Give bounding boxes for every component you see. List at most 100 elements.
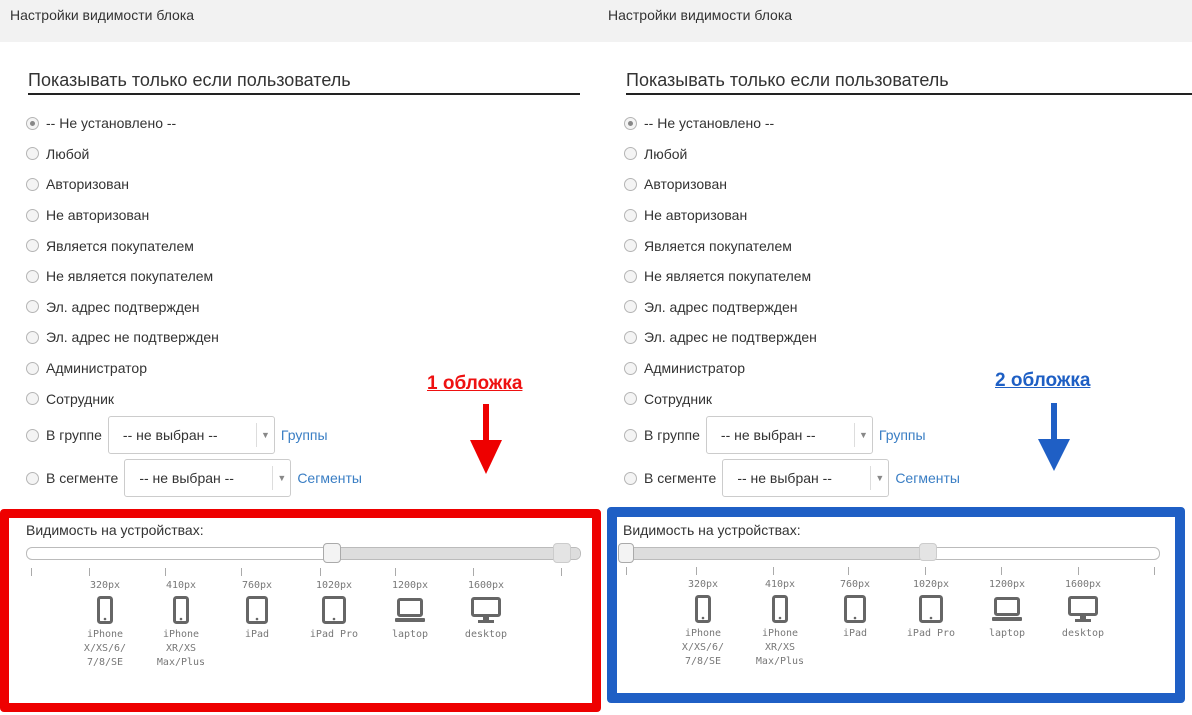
device-width-label: 1600px [1064, 579, 1102, 590]
radio-button[interactable] [624, 300, 637, 314]
option-not-set[interactable]: -- Не установлено -- [624, 108, 1184, 139]
option-email-confirmed[interactable]: Эл. адрес подтвержден [624, 292, 1184, 323]
option-not-authorized[interactable]: Не авторизован [26, 200, 586, 231]
radio-button[interactable] [624, 428, 637, 442]
radio-button[interactable] [624, 147, 637, 161]
option-in-group[interactable]: В группе -- не выбран -- ▼ Группы [624, 414, 1184, 457]
radio-button[interactable] [26, 239, 39, 253]
radio-button[interactable] [624, 116, 637, 130]
option-not-authorized[interactable]: Не авторизован [624, 200, 1184, 231]
radio-button[interactable] [624, 361, 637, 375]
radio-button[interactable] [26, 147, 39, 161]
slider-range-fill [624, 548, 929, 559]
select-value: -- не выбран -- [737, 470, 832, 487]
radio-button[interactable] [624, 177, 637, 191]
device-ipad: 760px iPad [222, 580, 292, 642]
option-any[interactable]: Любой [26, 139, 586, 170]
segments-link[interactable]: Сегменты [297, 470, 362, 486]
radio-button[interactable] [624, 392, 637, 406]
option-label: Авторизован [46, 176, 129, 193]
device-name: desktop [1061, 628, 1105, 639]
option-label: В группе [46, 427, 102, 444]
device-range-slider[interactable] [26, 543, 581, 563]
tablet-icon [246, 596, 268, 624]
option-label: Не является покупателем [46, 268, 214, 285]
option-employee[interactable]: Сотрудник [624, 383, 1184, 414]
device-range-slider[interactable] [618, 543, 1160, 563]
radio-button[interactable] [26, 116, 39, 130]
segment-select[interactable]: -- не выбран -- ▼ [124, 459, 292, 498]
option-authorized[interactable]: Авторизован [624, 169, 1184, 200]
option-label: Эл. адрес не подтвержден [46, 329, 219, 346]
option-label: -- Не установлено -- [46, 115, 177, 132]
option-label: Не авторизован [46, 207, 150, 224]
option-label: Сотрудник [644, 390, 713, 407]
option-any[interactable]: Любой [624, 139, 1184, 170]
radio-button[interactable] [26, 300, 39, 314]
radio-button[interactable] [26, 177, 39, 191]
chevron-down-icon[interactable]: ▼ [272, 466, 290, 491]
option-not-buyer[interactable]: Не является покупателем [624, 261, 1184, 292]
device-width-label: 1200px [391, 580, 429, 591]
slider-min-handle[interactable] [323, 543, 341, 563]
device-width-label: 410px [165, 580, 197, 591]
radio-button[interactable] [624, 471, 637, 485]
group-select[interactable]: -- не выбран -- ▼ [107, 416, 275, 455]
device-width-label: 760px [839, 579, 871, 590]
option-label: Является покупателем [46, 237, 194, 254]
option-in-segment[interactable]: В сегменте -- не выбран -- ▼ Сегменты [624, 457, 1184, 500]
section-title: Показывать только если пользователь [28, 70, 580, 95]
chevron-down-icon[interactable]: ▼ [853, 423, 872, 448]
groups-link[interactable]: Группы [879, 427, 926, 443]
slider-max-handle[interactable] [919, 543, 937, 561]
chevron-down-icon[interactable]: ▼ [870, 466, 888, 491]
radio-button[interactable] [26, 269, 39, 283]
radio-button[interactable] [624, 330, 637, 344]
option-email-not-confirmed[interactable]: Эл. адрес не подтвержден [624, 322, 1184, 353]
segments-link[interactable]: Сегменты [895, 470, 960, 486]
slider-ticks [26, 568, 581, 578]
option-email-confirmed[interactable]: Эл. адрес подтвержден [26, 292, 586, 323]
select-value: -- не выбран -- [139, 470, 234, 487]
segment-select[interactable]: -- не выбран -- ▼ [722, 459, 890, 498]
device-visibility-title: Видимость на устройствах: [26, 522, 204, 538]
device-desktop: 1600px desktop [1048, 579, 1118, 641]
radio-button[interactable] [26, 392, 39, 406]
device-ipad: 760px iPad [820, 579, 890, 641]
device-name: iPhone XR/XS Max/Plus [156, 629, 206, 668]
option-admin[interactable]: Администратор [624, 353, 1184, 384]
option-label: Является покупателем [644, 237, 792, 254]
phone-icon [173, 596, 189, 624]
radio-button[interactable] [26, 361, 39, 375]
device-width-label: 1020px [912, 579, 950, 590]
phone-icon [97, 596, 113, 624]
device-name: laptop [988, 628, 1026, 639]
radio-button[interactable] [26, 330, 39, 344]
laptop-icon [395, 598, 425, 622]
device-visibility-title: Видимость на устройствах: [623, 522, 801, 538]
radio-button[interactable] [26, 208, 39, 222]
radio-button[interactable] [624, 208, 637, 222]
option-not-buyer[interactable]: Не является покупателем [26, 261, 586, 292]
slider-max-handle[interactable] [553, 543, 571, 563]
device-iphone-small: 320px iPhone X/XS/6/ 7/8/SE [668, 579, 738, 669]
option-is-buyer[interactable]: Является покупателем [624, 230, 1184, 261]
slider-min-handle[interactable] [618, 543, 634, 563]
option-not-set[interactable]: -- Не установлено -- [26, 108, 586, 139]
radio-button[interactable] [26, 428, 39, 442]
group-select[interactable]: -- не выбран -- ▼ [705, 416, 873, 455]
option-is-buyer[interactable]: Является покупателем [26, 230, 586, 261]
option-email-not-confirmed[interactable]: Эл. адрес не подтвержден [26, 322, 586, 353]
slider-tick [320, 568, 321, 576]
radio-button[interactable] [624, 269, 637, 283]
chevron-down-icon[interactable]: ▼ [255, 423, 274, 448]
device-visibility-box-1: Видимость на устройствах: 320px iPhone X… [0, 509, 601, 712]
panel-title: Настройки видимости блока [10, 7, 195, 23]
phone-icon [772, 595, 788, 623]
groups-link[interactable]: Группы [281, 427, 328, 443]
option-authorized[interactable]: Авторизован [26, 169, 586, 200]
radio-button[interactable] [26, 471, 39, 485]
slider-tick [848, 567, 849, 575]
radio-button[interactable] [624, 239, 637, 253]
slider-range-fill [332, 548, 580, 559]
